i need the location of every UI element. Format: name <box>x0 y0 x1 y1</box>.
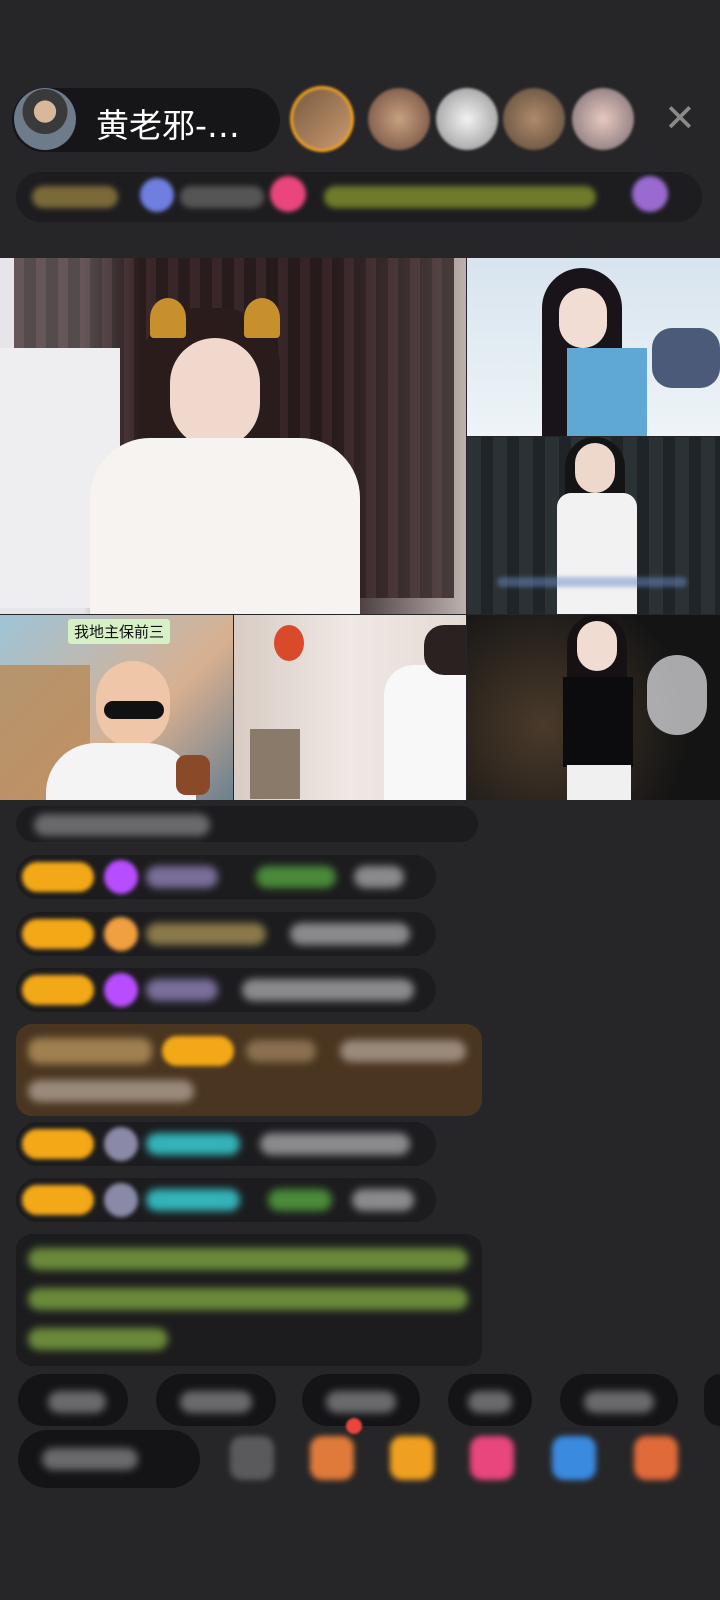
level-badge <box>22 919 94 949</box>
emoji-icon[interactable] <box>230 1436 274 1480</box>
system-notice <box>16 1234 482 1366</box>
reindeer-sticker <box>176 755 210 795</box>
quick-reply-5-text <box>584 1391 654 1413</box>
gift-message[interactable] <box>16 1024 482 1116</box>
gift-text-2 <box>28 1080 194 1102</box>
sunglasses <box>104 701 164 719</box>
host-name[interactable]: 黄老邪-… <box>96 99 240 147</box>
gift-rank-icon[interactable] <box>270 176 306 212</box>
notification-dot <box>346 1418 362 1434</box>
streamer-3-face <box>575 443 615 493</box>
top-viewer-avatar-5[interactable] <box>572 88 634 150</box>
streamer-6-skirt <box>567 765 631 800</box>
stream-6[interactable] <box>467 615 720 800</box>
lyrics-bar <box>497 577 687 587</box>
stream-2[interactable] <box>467 258 720 436</box>
chat-username[interactable] <box>146 923 266 945</box>
streamer-6-face <box>577 621 617 671</box>
chat-username[interactable] <box>146 1133 240 1155</box>
hot-value <box>180 186 264 208</box>
fan-badge-icon <box>104 917 138 951</box>
chat-message-2[interactable] <box>16 912 436 956</box>
top-viewer-avatar-3[interactable] <box>436 88 498 150</box>
chat-username[interactable] <box>246 1040 316 1062</box>
streamer-6-top <box>563 677 633 767</box>
quick-reply-2-text <box>180 1391 252 1413</box>
streamer-5-shirt <box>384 665 466 800</box>
gift-box-icon[interactable] <box>310 1436 354 1480</box>
chat-input[interactable] <box>18 1430 200 1488</box>
chat-username[interactable] <box>146 1189 240 1211</box>
chat-text <box>354 866 404 888</box>
level-badge <box>22 975 94 1005</box>
close-icon[interactable]: ✕ <box>664 96 696 140</box>
gift-badge <box>28 1038 152 1064</box>
chat-text <box>352 1189 414 1211</box>
activity-icon[interactable] <box>632 176 668 212</box>
gem-icon <box>104 860 138 894</box>
quick-reply-1-text <box>48 1391 106 1413</box>
chat-username[interactable] <box>146 866 218 888</box>
level-badge <box>22 862 94 892</box>
chat-text <box>242 979 414 1001</box>
stream-4[interactable]: 我地主保前三 <box>0 615 233 800</box>
balloons <box>647 655 707 735</box>
quick-reply-3-text <box>326 1391 396 1413</box>
chat-input-placeholder <box>42 1448 138 1470</box>
notice-line-3 <box>28 1328 168 1350</box>
level-badge <box>22 1185 94 1215</box>
chat-message-5[interactable] <box>16 1178 436 1222</box>
more-icon[interactable] <box>634 1436 678 1480</box>
chat-message-0[interactable] <box>16 806 478 842</box>
chat-username[interactable] <box>146 979 218 1001</box>
stream-3[interactable] <box>467 437 720 614</box>
wall-frame <box>250 729 300 799</box>
quick-reply-4-text <box>468 1391 512 1413</box>
game-icon[interactable] <box>552 1436 596 1480</box>
level-badge <box>162 1036 234 1066</box>
gift-text <box>340 1040 466 1062</box>
rank-badge[interactable] <box>32 186 118 208</box>
streamer-2-face <box>559 288 607 348</box>
chat-text <box>260 1133 410 1155</box>
chair <box>652 328 720 388</box>
hot-icon <box>140 178 174 212</box>
user-avatar <box>104 1127 138 1161</box>
streamer-2-shirt <box>567 348 647 436</box>
stream-5[interactable] <box>234 615 466 800</box>
top-viewer-avatar-4[interactable] <box>503 88 565 150</box>
heart-gift-icon[interactable] <box>470 1436 514 1480</box>
streamer-face <box>170 338 260 448</box>
streamer-body <box>90 438 360 614</box>
notice-line-1 <box>28 1248 468 1270</box>
main-stream[interactable] <box>0 258 466 614</box>
ear-left <box>150 298 186 338</box>
notice-line-2 <box>28 1288 468 1310</box>
user-avatar <box>104 1183 138 1217</box>
activity-ticker[interactable] <box>324 186 596 208</box>
stream-4-caption: 我地主保前三 <box>68 619 171 644</box>
top-viewer-avatar-1[interactable] <box>290 86 354 152</box>
gem-icon <box>104 973 138 1007</box>
chat-text <box>34 814 210 836</box>
quick-reply-6[interactable] <box>704 1374 720 1426</box>
streamer-3-shirt <box>557 493 637 614</box>
god-of-wealth-sticker <box>274 625 304 661</box>
streamer-4-shirt <box>46 743 196 800</box>
top-viewer-avatar-2[interactable] <box>368 88 430 150</box>
streamer-5-hair <box>424 625 466 675</box>
level-badge <box>22 1129 94 1159</box>
chat-mention <box>256 866 336 888</box>
chat-text <box>290 923 410 945</box>
chat-message-1[interactable] <box>16 855 436 899</box>
chat-message-3[interactable] <box>16 968 436 1012</box>
gift-icon[interactable] <box>390 1436 434 1480</box>
ear-right <box>244 298 280 338</box>
host-avatar[interactable] <box>14 88 76 150</box>
chat-message-4[interactable] <box>16 1122 436 1166</box>
chat-mention <box>268 1189 332 1211</box>
